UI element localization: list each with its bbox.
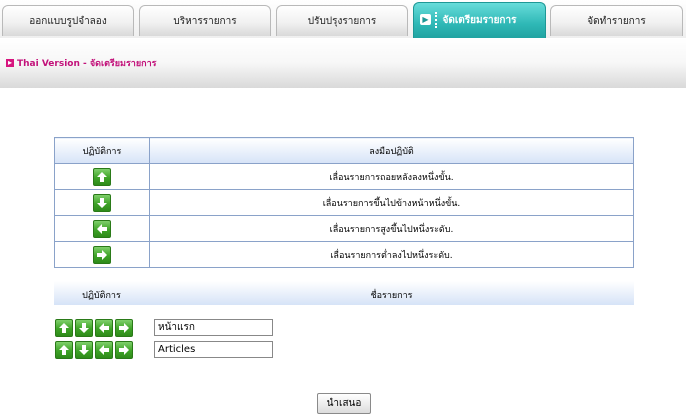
move-up-button[interactable] — [55, 319, 73, 337]
legend-table: ปฏิบัติการ ลงมือปฏิบัติ เลื่อนรายการถอยห… — [54, 137, 634, 268]
legend-header-action: ปฏิบัติการ — [54, 137, 150, 164]
legend-desc: เลื่อนรายการถอยหลังลงหนึ่งขั้น. — [149, 163, 634, 190]
tab-label: บริหารรายการ — [173, 15, 237, 27]
tab-label: ปรับปรุงรายการ — [307, 15, 377, 27]
tab-update-items[interactable]: ปรับปรุงรายการ — [276, 5, 408, 36]
legend-row: เลื่อนรายการขึ้นไปข้างหน้าหนึ่งขั้น. — [54, 189, 634, 216]
legend-row: เลื่อนรายการถอยหลังลงหนึ่งขั้น. — [54, 163, 634, 190]
move-left-button[interactable] — [95, 319, 113, 337]
list-item — [55, 341, 273, 359]
play-icon: ▶ — [420, 14, 431, 25]
tab-design-template[interactable]: ออกแบบรูปจำลอง — [2, 5, 134, 36]
list-item — [55, 319, 273, 337]
legend-header-desc: ลงมือปฏิบัติ — [149, 137, 634, 164]
submit-button[interactable]: นำเสนอ — [317, 393, 371, 414]
list-header-action: ปฏิบัติการ — [82, 291, 121, 301]
move-right-button[interactable] — [115, 319, 133, 337]
list-header: ปฏิบัติการ ชื่อรายการ — [54, 281, 634, 305]
breadcrumb: ▸ Thai Version - จัดเตรียมรายการ — [6, 56, 156, 70]
tab-label: ออกแบบรูปจำลอง — [29, 15, 107, 27]
item-name-input[interactable] — [154, 319, 273, 336]
tab-produce-items[interactable]: จัดทำรายการ — [550, 5, 683, 36]
move-up-button[interactable] — [55, 341, 73, 359]
arrow-up-icon — [93, 167, 111, 186]
bullet-icon: ▸ — [6, 58, 14, 67]
separator-dots — [435, 12, 437, 28]
legend-desc: เลื่อนรายการสูงขึ้นไปหนึ่งระดับ. — [149, 215, 634, 242]
move-right-button[interactable] — [115, 341, 133, 359]
list-header-name: ชื่อรายการ — [370, 291, 413, 301]
arrow-right-icon — [93, 245, 111, 264]
move-down-button[interactable] — [75, 341, 93, 359]
tab-manage-items[interactable]: บริหารรายการ — [139, 5, 271, 36]
item-controls — [55, 341, 133, 359]
legend-row: เลื่อนรายการต่ำลงไปหนึ่งระดับ. — [54, 241, 634, 268]
item-name-input[interactable] — [154, 341, 273, 358]
breadcrumb-text: Thai Version - จัดเตรียมรายการ — [17, 59, 157, 69]
page: ออกแบบรูปจำลอง บริหารรายการ ปรับปรุงรายก… — [0, 0, 686, 420]
legend-desc: เลื่อนรายการต่ำลงไปหนึ่งระดับ. — [149, 241, 634, 268]
move-left-button[interactable] — [95, 341, 113, 359]
arrow-down-icon — [93, 193, 111, 212]
tab-bar: ออกแบบรูปจำลอง บริหารรายการ ปรับปรุงรายก… — [0, 0, 686, 40]
tab-label: จัดทำรายการ — [587, 15, 646, 27]
legend-row: เลื่อนรายการสูงขึ้นไปหนึ่งระดับ. — [54, 215, 634, 242]
arrow-left-icon — [93, 219, 111, 238]
tab-label: จัดเตรียมรายการ — [442, 15, 517, 26]
move-down-button[interactable] — [75, 319, 93, 337]
item-controls — [55, 319, 133, 337]
legend-desc: เลื่อนรายการขึ้นไปข้างหน้าหนึ่งขั้น. — [149, 189, 634, 216]
legend-header-row: ปฏิบัติการ ลงมือปฏิบัติ — [54, 137, 634, 164]
tab-prepare-items[interactable]: ▶ จัดเตรียมรายการ — [413, 2, 546, 38]
